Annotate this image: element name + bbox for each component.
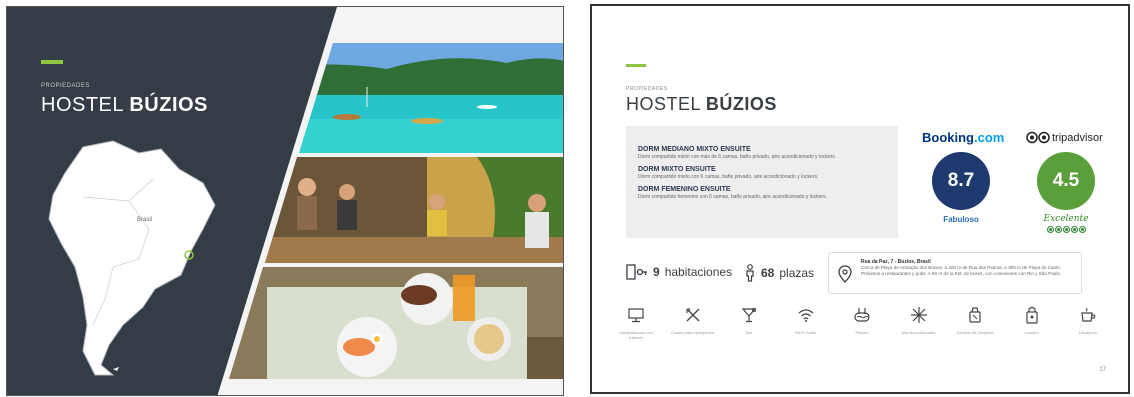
room-count-stat: 9 habitaciones (626, 264, 732, 280)
locker-icon (1025, 306, 1038, 324)
tripadvisor-bubbles (1047, 226, 1086, 233)
amenity-label: Piscina (855, 330, 869, 335)
eyebrow: PROPIEDADES (626, 86, 668, 92)
booking-rating-label: Fabuloso (943, 215, 979, 224)
amenity-label: Bar (745, 330, 753, 335)
tripadvisor-rating-label: Excelente (1043, 214, 1089, 224)
title-bold: BÚZIOS (129, 94, 208, 116)
room-item: DORM MEDIANO MIXTO ENSUITE Dorm comparti… (638, 146, 898, 160)
rating-bubble (1063, 226, 1070, 233)
amenity-item: Lockers (1008, 306, 1056, 340)
amenity-label: Wi-Fi Gratis (794, 330, 817, 335)
cleaning-icon (969, 307, 981, 323)
left-slide: PROPIEDADES HOSTEL BÚZIOS Brasil (6, 6, 564, 396)
amenity-label: Cocina para Huéspedes (671, 330, 714, 335)
amenity-item: Piscina (838, 306, 886, 340)
room-description: Dorm compartido mixto con 6 camas, baño … (638, 174, 819, 180)
door-key-icon (626, 264, 647, 280)
page-number: 17 (1099, 367, 1106, 373)
room-count-value: 9 (653, 265, 660, 279)
person-icon (746, 264, 754, 282)
tripadvisor-logo: tripadvisor (1026, 131, 1103, 144)
map-pin-icon (838, 265, 852, 283)
amenity-item: Bar (725, 306, 773, 340)
room-name: DORM MIXTO ENSUITE (638, 166, 716, 173)
amenity-label: Lockers (1024, 330, 1039, 335)
pool-icon (854, 308, 870, 322)
rating-bubble (1079, 226, 1086, 233)
rating-bubble (1071, 226, 1078, 233)
title-light: HOSTEL (626, 94, 701, 114)
booking-brand-suffix: .com (974, 130, 1005, 145)
ac-icon (910, 307, 927, 323)
title-bold: BÚZIOS (705, 94, 777, 114)
amenity-label: Servicio de Limpieza (956, 330, 994, 335)
kitchen-icon (685, 308, 699, 322)
room-item: DORM MIXTO ENSUITE Dorm compartido mixto… (638, 166, 898, 180)
wifi-icon (798, 309, 813, 322)
booking-score-badge: 8.7 (932, 152, 990, 210)
map-label: Brasil (137, 217, 153, 223)
amenity-label: Computadoras con Internet (619, 330, 653, 340)
room-types-box: DORM MEDIANO MIXTO ENSUITE Dorm comparti… (626, 126, 898, 238)
eyebrow: PROPIEDADES (41, 83, 90, 89)
amenity-item: Servicio de Limpieza (951, 306, 999, 340)
address-text: Cerca de Playa de Armação dos Búzios, a … (861, 265, 1062, 276)
tripadvisor-score-badge: 4.5 (1037, 152, 1095, 210)
bed-count-label: plazas (779, 266, 815, 280)
address-box: Rua da Paz, 7 - Búzios, Brasil Cerca de … (828, 252, 1082, 294)
room-name: DORM FEMENINO ENSUITE (638, 186, 731, 193)
amenity-label: Desayuno (1078, 330, 1097, 335)
amenity-item: Computadoras con Internet (612, 306, 660, 340)
page-title: HOSTEL BÚZIOS (626, 94, 777, 115)
title-light: HOSTEL (41, 94, 124, 116)
accent-bar (41, 60, 63, 64)
amenities-row: Computadoras con Internet Cocina para Hu… (612, 306, 1112, 340)
computer-icon (628, 308, 644, 323)
amenity-item: Aire Acondicionado (895, 306, 943, 340)
amenity-label: Aire Acondicionado (901, 330, 936, 335)
accent-bar (626, 64, 646, 67)
room-name: DORM MEDIANO MIXTO ENSUITE (638, 146, 751, 153)
tripadvisor-brand: tripadvisor (1052, 131, 1103, 144)
booking-brand: Booking (922, 130, 974, 145)
south-america-map (48, 140, 216, 376)
amenity-item: Wi-Fi Gratis (782, 306, 830, 340)
booking-logo: Booking.com (922, 130, 1004, 145)
bed-count-value: 68 (761, 266, 775, 280)
bar-icon (741, 308, 757, 323)
room-item: DORM FEMENINO ENSUITE Dorm compartido fe… (638, 186, 898, 200)
room-description: Dorm compartido femenino con 6 camas, ba… (638, 194, 827, 200)
bed-count-stat: 68 plazas (744, 264, 814, 282)
room-count-label: habitaciones (664, 265, 733, 279)
room-description: Dorm compartido mixto con más de 6 camas… (638, 154, 837, 160)
amenity-item: Cocina para Huéspedes (669, 306, 717, 340)
rating-bubble (1047, 226, 1054, 233)
breakfast-icon (1081, 307, 1096, 322)
amenity-item: Desayuno (1064, 306, 1112, 340)
rating-bubble (1055, 226, 1062, 233)
right-slide: PROPIEDADES HOSTEL BÚZIOS DORM MEDIANO M… (590, 4, 1130, 394)
owl-icon (1026, 131, 1050, 144)
page-title: HOSTEL BÚZIOS (41, 94, 208, 117)
